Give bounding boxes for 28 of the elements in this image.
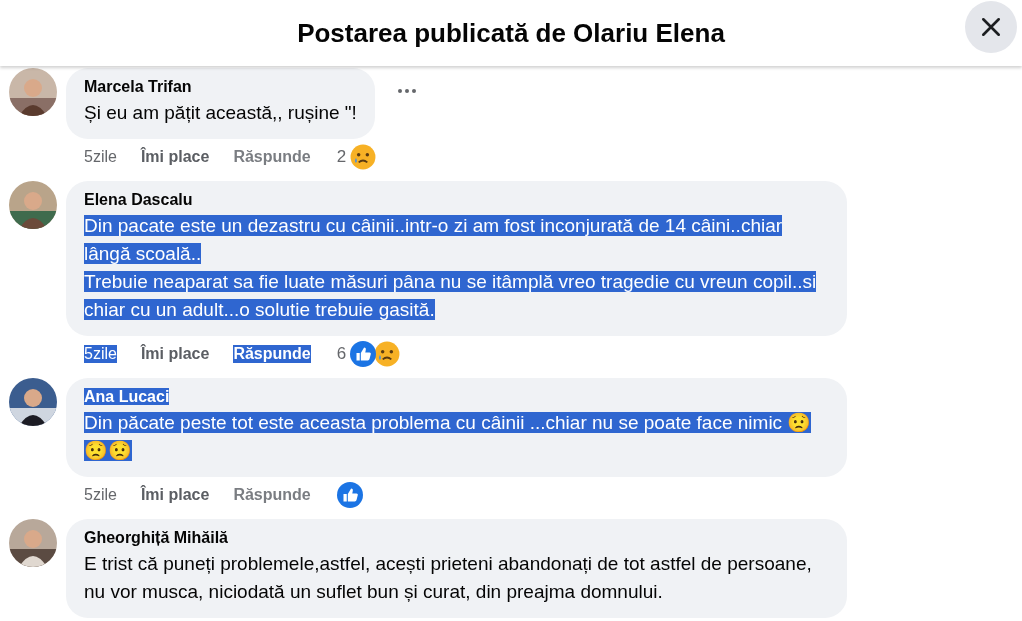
reply-link[interactable]: Răspunde — [233, 148, 311, 166]
sad-face-icon — [374, 341, 401, 367]
like-link[interactable]: Îmi place — [140, 486, 210, 504]
comment-text: Din păcate peste tot este aceasta problema cu câinii ...chiar nu se poate face nimic 😟😟😟 — [84, 411, 813, 463]
timestamp[interactable]: 5zile — [84, 486, 117, 504]
reply-link[interactable]: Răspunde — [233, 345, 311, 363]
reaction-count[interactable]: 6 — [336, 344, 347, 364]
author-name[interactable]: Elena Dascalu — [84, 191, 829, 209]
comment-text: Și eu am pățit această,, rușine "! — [84, 101, 357, 125]
comment-text: Din pacate este un dezastru cu câinii..intr-o zi am fost inconjurată de 14 câini..chiar lângă scoală.. — [84, 214, 784, 266]
author-name[interactable]: Ana Lucaci — [84, 388, 829, 406]
more-options-icon[interactable] — [396, 88, 417, 94]
comment-text: E trist că puneți problemele,astfel, acești prieteni abandonați de tot astfel de persoane, nu vor musca, niciodată un suflet bun și curat, din preajma domnului. — [84, 552, 813, 604]
dialog-title: Postarea publicată de Olariu Elena — [297, 17, 725, 49]
thumbs-up-icon — [336, 482, 363, 508]
close-button[interactable] — [965, 1, 1017, 53]
close-icon — [980, 16, 1002, 38]
like-link[interactable]: Îmi place — [140, 148, 210, 166]
author-name[interactable]: Marcela Trifan — [84, 78, 357, 96]
sad-face-icon — [350, 144, 377, 170]
timestamp[interactable]: 5zile — [84, 345, 117, 363]
thumbs-up-icon — [350, 341, 377, 367]
comment-text: Trebuie neaparat sa fie luate măsuri pâna nu se itâmplă vreo tragedie cu vreun copil..si chiar cu un adult...o solutie trebuie gasită. — [84, 270, 818, 322]
reply-link[interactable]: Răspunde — [233, 486, 311, 504]
timestamp[interactable]: 5zile — [84, 148, 117, 166]
reaction-count[interactable]: 2 — [336, 147, 347, 167]
like-link[interactable]: Îmi place — [140, 345, 210, 363]
author-name[interactable]: Gheorghiță Mihăilă — [84, 529, 829, 547]
